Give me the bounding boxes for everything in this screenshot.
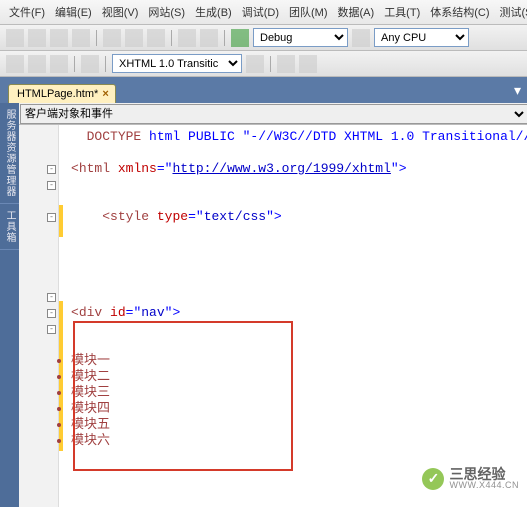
indent-icon[interactable] bbox=[28, 55, 46, 73]
extra2-icon[interactable] bbox=[299, 55, 317, 73]
platform-combo[interactable]: Any CPU bbox=[374, 28, 469, 47]
run-icon[interactable] bbox=[231, 29, 249, 47]
fold-icon[interactable]: - bbox=[47, 293, 56, 302]
new-icon[interactable] bbox=[6, 29, 24, 47]
menu-item[interactable]: 测试(S) bbox=[495, 2, 527, 22]
copy-icon[interactable] bbox=[125, 29, 143, 47]
fold-icon[interactable]: - bbox=[47, 309, 56, 318]
saveall-icon[interactable] bbox=[72, 29, 90, 47]
paste-icon[interactable] bbox=[147, 29, 165, 47]
side-tab-server[interactable]: 服务器资源管理器 bbox=[0, 103, 19, 204]
menu-item[interactable]: 数据(A) bbox=[333, 2, 380, 22]
comment-icon[interactable] bbox=[50, 55, 68, 73]
fold-icon[interactable]: - bbox=[47, 181, 56, 190]
document-tabs: HTMLPage.htm* × ▾ bbox=[0, 77, 527, 103]
save-icon[interactable] bbox=[50, 29, 68, 47]
menu-item[interactable]: 工具(T) bbox=[379, 2, 425, 22]
menu-item[interactable]: 体系结构(C) bbox=[425, 2, 494, 22]
menu-item[interactable]: 文件(F) bbox=[4, 2, 50, 22]
objects-combo[interactable]: 客户端对象和事件 bbox=[20, 104, 527, 124]
code-content[interactable]: DOCTYPE html PUBLIC "-//W3C//DTD XHTML 1… bbox=[59, 125, 527, 507]
toolbar-main: Debug Any CPU bbox=[0, 25, 527, 51]
menu-item[interactable]: 视图(V) bbox=[97, 2, 144, 22]
doctype-combo[interactable]: XHTML 1.0 Transitic bbox=[112, 54, 242, 73]
menu-bar: 文件(F)编辑(E)视图(V)网站(S)生成(B)调试(D)团队(M)数据(A)… bbox=[0, 0, 527, 25]
watermark-brand: 三思经验 bbox=[449, 467, 519, 481]
cut-icon[interactable] bbox=[103, 29, 121, 47]
code-editor[interactable]: - - - - - - DOCTYPE html PUBLIC "-//W3C/… bbox=[19, 125, 527, 507]
redo-icon[interactable] bbox=[200, 29, 218, 47]
menu-item[interactable]: 生成(B) bbox=[190, 2, 237, 22]
watermark-icon: ✓ bbox=[422, 468, 444, 490]
menu-item[interactable]: 团队(M) bbox=[284, 2, 333, 22]
fold-icon[interactable]: - bbox=[47, 325, 56, 334]
toolbar-html: XHTML 1.0 Transitic bbox=[0, 51, 527, 77]
menu-item[interactable]: 编辑(E) bbox=[50, 2, 97, 22]
tab-overflow-icon[interactable]: ▾ bbox=[514, 82, 527, 103]
close-icon[interactable]: × bbox=[102, 88, 108, 100]
outdent-icon[interactable] bbox=[6, 55, 24, 73]
bookmark-icon[interactable] bbox=[81, 55, 99, 73]
tab-htmlpage[interactable]: HTMLPage.htm* × bbox=[8, 84, 116, 103]
watermark-url: WWW.X444.CN bbox=[449, 481, 519, 490]
config-combo[interactable]: Debug bbox=[253, 28, 348, 47]
menu-item[interactable]: 网站(S) bbox=[143, 2, 190, 22]
fold-icon[interactable]: - bbox=[47, 213, 56, 222]
side-tool-tabs: 服务器资源管理器 工具箱 bbox=[0, 103, 19, 507]
tab-label: HTMLPage.htm* bbox=[17, 88, 98, 100]
open-icon[interactable] bbox=[28, 29, 46, 47]
validate-icon[interactable] bbox=[246, 55, 264, 73]
code-nav-bar: 客户端对象和事件 (无事件 bbox=[19, 103, 527, 125]
fold-icon[interactable]: - bbox=[47, 165, 56, 174]
outline-gutter[interactable]: - - - - - - bbox=[19, 125, 59, 507]
cfg-icon[interactable] bbox=[352, 29, 370, 47]
menu-item[interactable]: 调试(D) bbox=[237, 2, 284, 22]
watermark: ✓ 三思经验 WWW.X444.CN bbox=[422, 467, 519, 490]
undo-icon[interactable] bbox=[178, 29, 196, 47]
extra1-icon[interactable] bbox=[277, 55, 295, 73]
side-tab-toolbox[interactable]: 工具箱 bbox=[0, 204, 19, 250]
